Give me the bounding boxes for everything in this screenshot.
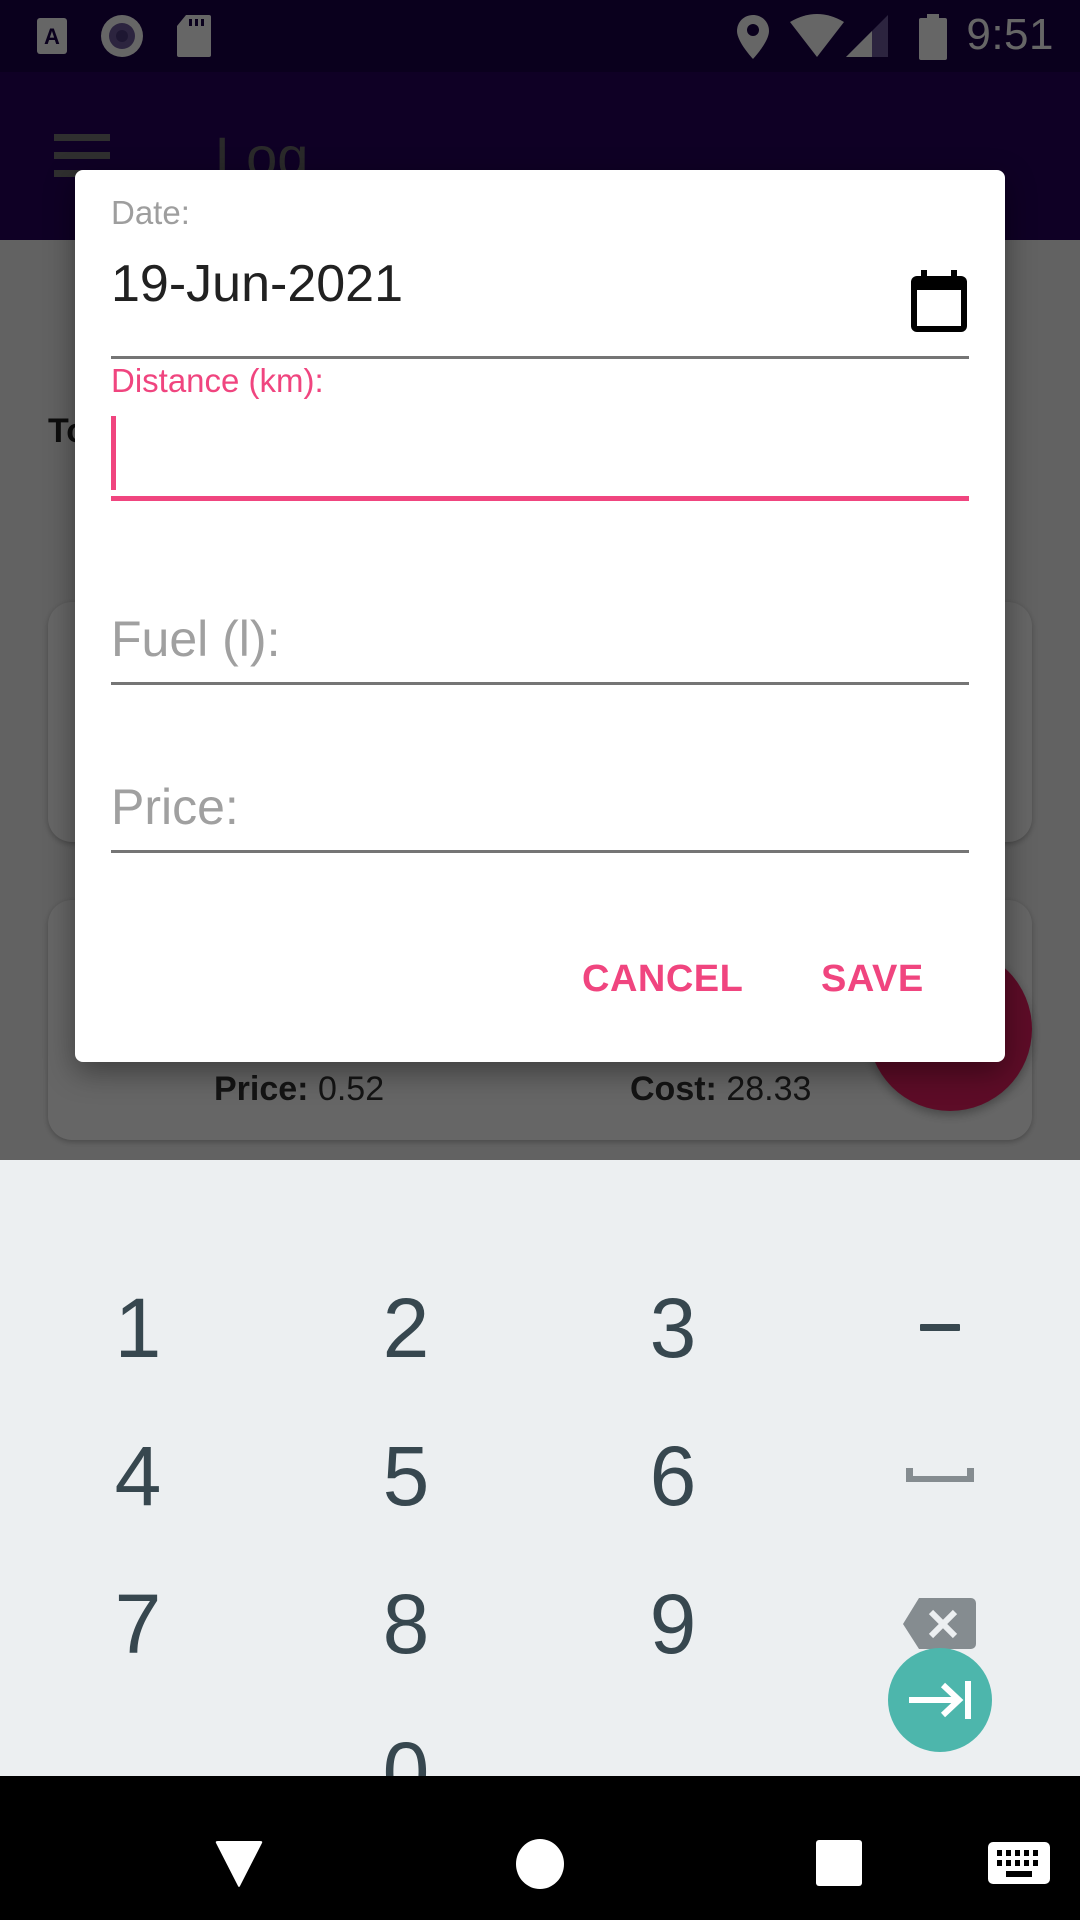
space-icon	[906, 1468, 974, 1482]
minus-icon	[920, 1324, 960, 1331]
key-8[interactable]: 8	[326, 1554, 486, 1694]
key-1[interactable]: 1	[58, 1258, 218, 1398]
distance-underline	[111, 496, 969, 501]
price-underline	[111, 850, 969, 853]
numeric-keyboard: 1 2 3 4 5 6 7 8 9 , 0 .	[0, 1160, 1080, 1819]
calendar-icon[interactable]	[909, 270, 969, 334]
date-field[interactable]: Date: 19-Jun-2021	[111, 194, 969, 366]
price-input[interactable]: Price:	[111, 778, 239, 836]
key-4[interactable]: 4	[58, 1406, 218, 1546]
key-6[interactable]: 6	[593, 1406, 753, 1546]
add-entry-dialog: Date: 19-Jun-2021 Distance (km): Fuel (l…	[75, 170, 1005, 1062]
distance-field[interactable]: Distance (km):	[111, 362, 969, 502]
date-value[interactable]: 19-Jun-2021	[111, 254, 969, 314]
next-field-icon	[888, 1648, 992, 1752]
cancel-button[interactable]: CANCEL	[582, 958, 743, 1001]
key-3[interactable]: 3	[593, 1258, 753, 1398]
key-7[interactable]: 7	[58, 1554, 218, 1694]
home-icon[interactable]	[516, 1838, 564, 1890]
distance-label: Distance (km):	[111, 362, 324, 399]
fuel-field[interactable]: Fuel (l):	[111, 590, 969, 690]
key-9[interactable]: 9	[593, 1554, 753, 1694]
navigation-bar	[0, 1776, 1080, 1920]
keyboard-switch-icon[interactable]	[988, 1842, 1050, 1884]
recents-icon[interactable]	[816, 1840, 862, 1886]
fuel-input[interactable]: Fuel (l):	[111, 610, 280, 668]
key-5[interactable]: 5	[326, 1406, 486, 1546]
price-field[interactable]: Price:	[111, 758, 969, 858]
date-label: Date:	[111, 194, 190, 231]
save-button[interactable]: SAVE	[821, 958, 924, 1001]
key-2[interactable]: 2	[326, 1258, 486, 1398]
text-cursor	[111, 416, 116, 490]
key-space[interactable]	[860, 1406, 1020, 1546]
date-underline	[111, 356, 969, 359]
back-icon[interactable]	[214, 1840, 264, 1888]
key-next[interactable]	[860, 1630, 1020, 1770]
fuel-underline	[111, 682, 969, 685]
key-minus[interactable]	[860, 1258, 1020, 1398]
